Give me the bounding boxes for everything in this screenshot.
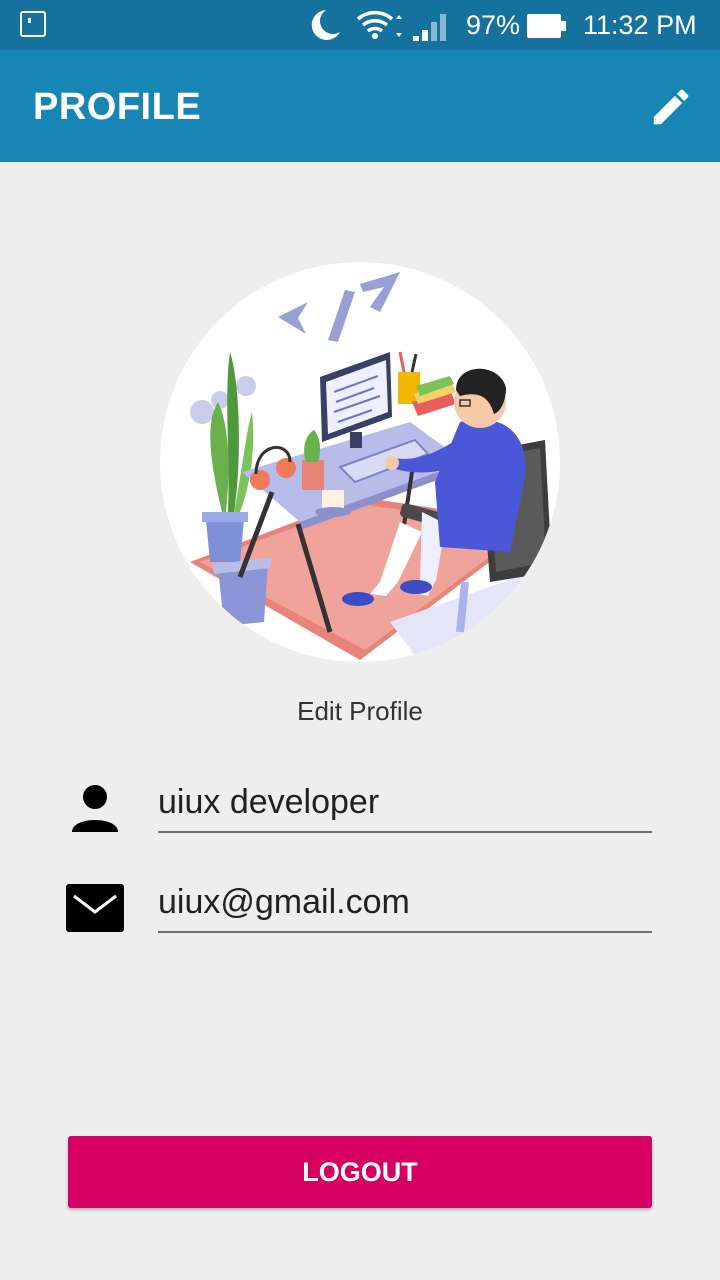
profile-avatar[interactable] xyxy=(160,262,560,662)
signal-icon xyxy=(413,14,446,41)
status-bar: 97% 11:32 PM xyxy=(0,0,720,50)
edit-pencil-icon[interactable] xyxy=(648,84,694,130)
person-icon xyxy=(72,785,118,832)
name-field[interactable]: uiux developer xyxy=(158,777,652,833)
battery-percent: 97% xyxy=(466,10,521,40)
moon-icon xyxy=(311,10,340,40)
edit-profile-link[interactable]: Edit Profile xyxy=(0,696,720,727)
wifi-icon xyxy=(356,11,402,39)
mail-icon xyxy=(66,884,124,932)
email-field[interactable]: uiux@gmail.com xyxy=(158,877,652,933)
app-bar: PROFILE xyxy=(0,50,720,162)
page-title: PROFILE xyxy=(33,86,202,128)
logout-button[interactable]: LOGOUT xyxy=(68,1136,652,1208)
name-value[interactable]: uiux developer xyxy=(158,783,379,822)
battery-icon xyxy=(527,14,566,38)
clock: 11:32 PM xyxy=(583,10,697,40)
email-value[interactable]: uiux@gmail.com xyxy=(158,883,410,922)
developer-desk-illustration xyxy=(190,272,560,662)
notification-icon xyxy=(20,11,46,37)
